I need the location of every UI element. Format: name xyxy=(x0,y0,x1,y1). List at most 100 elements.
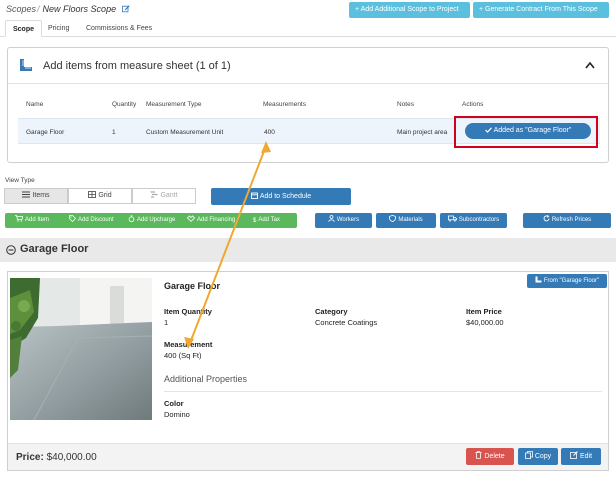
edit-icon[interactable] xyxy=(121,5,130,13)
breadcrumb: Scopes/New Floors Scope xyxy=(6,4,130,14)
column-header-actions: Actions xyxy=(462,101,484,108)
additional-properties-title: Additional Properties xyxy=(164,374,248,384)
money-bag-icon xyxy=(128,215,135,222)
column-header-notes: Notes xyxy=(397,101,414,108)
add-to-schedule-label: Add to Schedule xyxy=(259,193,312,200)
measurement-value: 400 (Sq Ft) xyxy=(164,351,202,360)
from-garage-floor-label: From "Garage Floor" xyxy=(543,278,600,284)
cart-icon xyxy=(15,215,23,222)
ruler-icon xyxy=(535,276,542,283)
gantt-icon xyxy=(150,191,158,198)
add-discount-button[interactable]: Add Discount xyxy=(69,213,114,228)
ruler-icon xyxy=(20,59,32,71)
refresh-prices-label: Refresh Prices xyxy=(551,217,592,223)
add-tax-label: Add Tax xyxy=(258,217,280,223)
add-upcharge-button[interactable]: Add Upcharge xyxy=(128,213,175,228)
subcontractors-button[interactable]: Subcontractors xyxy=(440,213,507,228)
view-gantt-label: Gantt xyxy=(160,192,178,199)
column-header-name: Name xyxy=(26,101,44,108)
user-icon xyxy=(328,215,335,222)
divider xyxy=(164,391,602,392)
copy-icon xyxy=(524,451,533,459)
edit-icon xyxy=(570,451,578,459)
view-items-button[interactable]: Items xyxy=(4,188,68,204)
add-tax-button[interactable]: $ Add Tax xyxy=(253,213,280,228)
breadcrumb-root[interactable]: Scopes xyxy=(6,4,36,14)
item-price-value: $40,000.00 xyxy=(466,318,504,327)
item-title: Garage Floor xyxy=(164,281,221,291)
workers-label: Workers xyxy=(336,217,360,223)
view-type-label: View Type xyxy=(5,177,35,184)
trash-icon xyxy=(475,451,482,459)
column-header-quantity: Quantity xyxy=(112,101,137,108)
add-to-schedule-button[interactable]: Add to Schedule xyxy=(211,188,351,205)
add-additional-scope-button[interactable]: + Add Additional Scope to Project xyxy=(349,2,470,18)
materials-button[interactable]: Materials xyxy=(376,213,436,228)
measurement-label: Measurement xyxy=(164,340,213,349)
added-as-label: Added as "Garage Floor" xyxy=(493,127,572,134)
add-upcharge-label: Add Upcharge xyxy=(137,217,176,223)
refresh-prices-button[interactable]: Refresh Prices xyxy=(523,213,611,228)
footer-price-value: $40,000.00 xyxy=(46,452,97,463)
add-financing-label: Add Financing xyxy=(197,217,236,223)
row-measurements: 400 xyxy=(264,129,275,136)
shield-icon xyxy=(389,215,397,222)
copy-label: Copy xyxy=(534,453,552,460)
section-title: Garage Floor xyxy=(20,243,89,255)
color-label: Color xyxy=(164,399,184,408)
section-header[interactable] xyxy=(0,238,616,262)
tab-commissions-fees[interactable]: Commissions & Fees xyxy=(79,20,159,37)
item-price-label: Item Price xyxy=(466,307,502,316)
delete-button[interactable]: Delete xyxy=(466,448,514,465)
materials-label: Materials xyxy=(398,217,423,223)
column-header-measurement-type: Measurement Type xyxy=(146,101,202,108)
check-icon xyxy=(484,127,492,133)
added-as-garage-floor-button[interactable]: Added as "Garage Floor" xyxy=(465,123,591,139)
refresh-icon xyxy=(543,215,550,222)
copy-button[interactable]: Copy xyxy=(518,448,558,465)
handshake-icon xyxy=(187,215,195,222)
category-label: Category xyxy=(315,307,348,316)
dollar-icon: $ xyxy=(253,218,257,224)
view-grid-button[interactable]: Grid xyxy=(68,188,132,204)
add-item-label: Add Item xyxy=(25,217,50,223)
calendar-icon xyxy=(250,192,258,199)
workers-button[interactable]: Workers xyxy=(315,213,372,228)
highlight-box: Added as "Garage Floor" xyxy=(454,116,598,148)
footer-price: Price: $40,000.00 xyxy=(16,452,97,463)
tab-bar: Scope Pricing Commissions & Fees xyxy=(0,20,616,37)
breadcrumb-separator: / xyxy=(37,4,40,14)
row-quantity: 1 xyxy=(112,129,116,136)
category-value: Concrete Coatings xyxy=(315,318,378,327)
view-gantt-button[interactable]: Gantt xyxy=(132,188,196,204)
view-items-label: Items xyxy=(32,192,50,199)
from-garage-floor-tag[interactable]: From "Garage Floor" xyxy=(527,274,607,288)
tab-pricing[interactable]: Pricing xyxy=(41,20,76,37)
edit-button[interactable]: Edit xyxy=(561,448,601,465)
add-item-button[interactable]: Add Item xyxy=(15,213,49,228)
row-notes: Main project area xyxy=(397,129,448,136)
grid-icon xyxy=(88,191,97,198)
generate-contract-button[interactable]: + Generate Contract From This Scope xyxy=(473,2,609,18)
row-measurement-type: Custom Measurement Unit xyxy=(146,129,224,136)
add-financing-button[interactable]: Add Financing xyxy=(187,213,235,228)
add-discount-label: Add Discount xyxy=(78,217,114,223)
measure-sheet-panel: Add items from measure sheet (1 of 1) Na… xyxy=(7,47,609,163)
measure-sheet-panel-header[interactable]: Add items from measure sheet (1 of 1) xyxy=(8,48,608,84)
view-grid-label: Grid xyxy=(98,192,112,199)
footer-price-label: Price: xyxy=(16,452,44,463)
minus-circle-icon[interactable] xyxy=(6,245,16,255)
tag-icon xyxy=(69,215,76,222)
garage-floor-photo xyxy=(10,278,152,420)
delete-label: Delete xyxy=(484,453,505,460)
item-quantity-value: 1 xyxy=(164,318,169,327)
item-quantity-label: Item Quantity xyxy=(164,307,212,316)
chevron-up-icon[interactable] xyxy=(585,61,595,69)
tab-scope[interactable]: Scope xyxy=(5,20,43,37)
breadcrumb-current: New Floors Scope xyxy=(42,4,117,14)
edit-label: Edit xyxy=(579,453,593,460)
color-value: Domino xyxy=(164,410,190,419)
column-header-measurements: Measurements xyxy=(263,101,306,108)
top-bar: Scopes/New Floors Scope + Add Additional… xyxy=(0,0,616,22)
truck-icon xyxy=(447,215,457,222)
